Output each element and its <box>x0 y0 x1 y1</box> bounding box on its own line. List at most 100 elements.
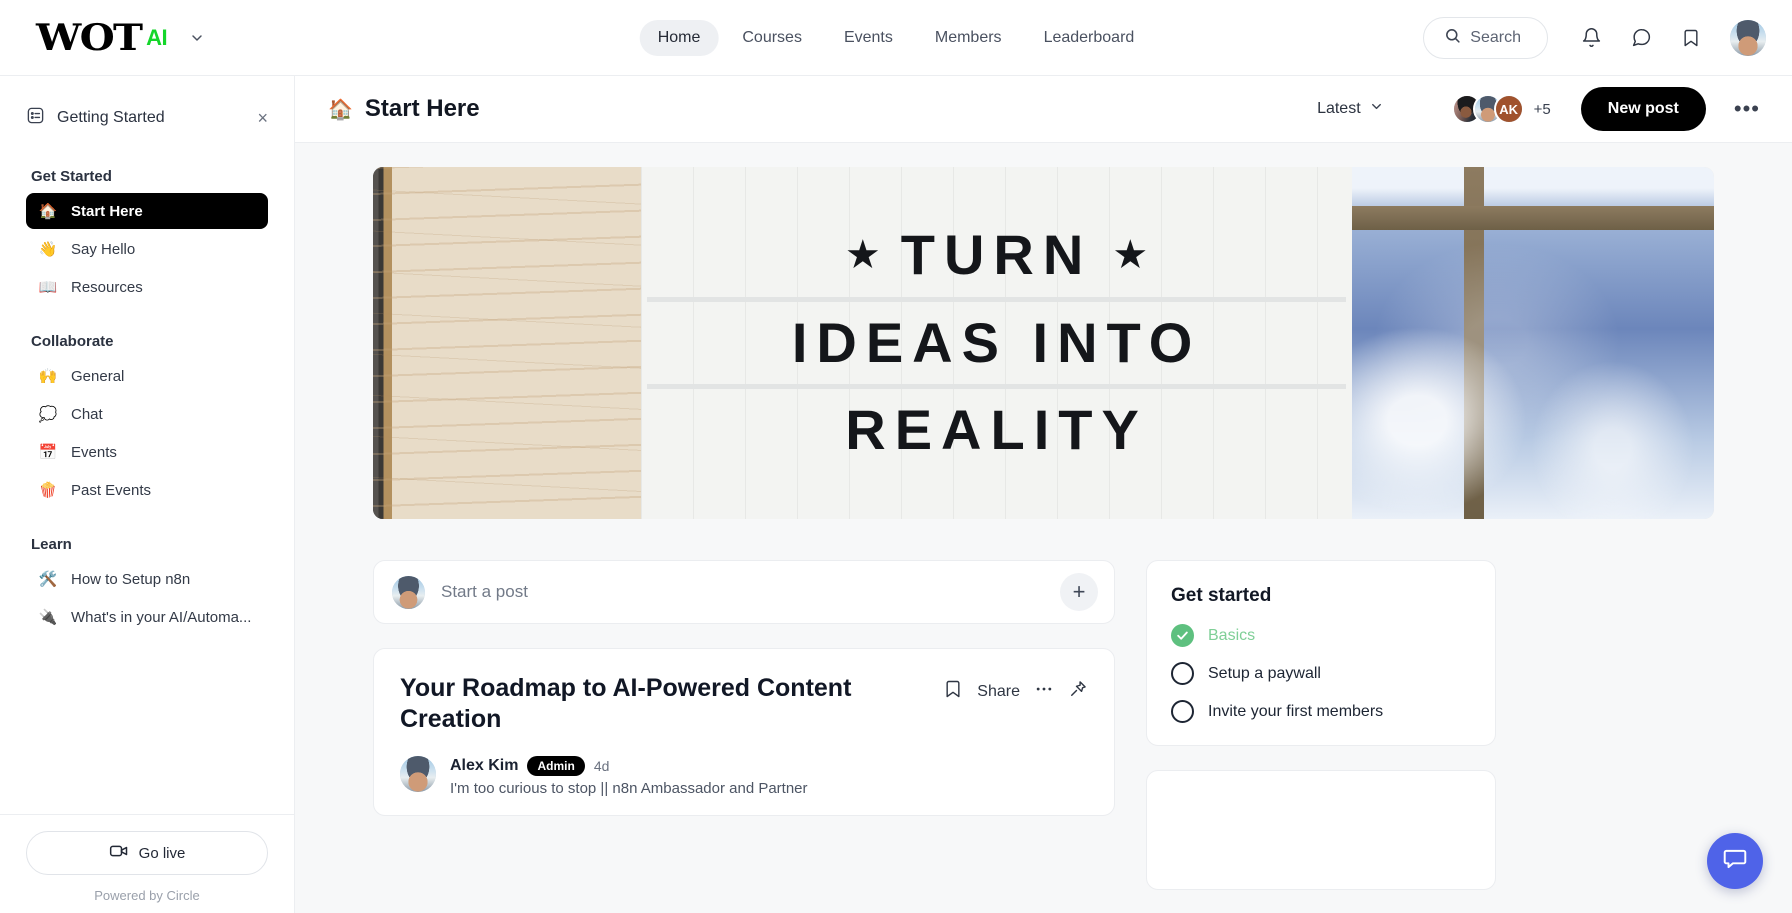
content-header: 🏠 Start Here Latest AK +5 New post ••• <box>295 76 1792 143</box>
sidebar-group-title-get-started: Get Started <box>31 168 112 185</box>
calendar-icon: 📅 <box>38 443 58 461</box>
space-banner-image: ★ TURN ★ IDEAS INTO REALITY <box>373 167 1714 519</box>
waving-hand-icon: 👋 <box>38 240 58 258</box>
post-author-bio: I'm too curious to stop || n8n Ambassado… <box>450 779 808 797</box>
open-book-icon: 📖 <box>38 278 58 296</box>
bookmark-icon[interactable] <box>1670 17 1712 59</box>
speech-balloon-icon: 💭 <box>38 405 58 423</box>
search-input[interactable]: Search <box>1423 16 1548 59</box>
avatar-initials[interactable]: AK <box>1493 94 1524 124</box>
sidebar-item-label: Past Events <box>71 481 152 499</box>
avatar[interactable] <box>1730 19 1766 56</box>
post-header: Your Roadmap to AI-Powered Content Creat… <box>400 673 1088 736</box>
banner-line-1: ★ TURN ★ <box>647 214 1346 302</box>
avatar[interactable] <box>400 755 436 792</box>
chevron-down-icon[interactable] <box>189 30 205 46</box>
search-icon <box>1444 27 1461 49</box>
house-icon: 🏠 <box>38 202 58 220</box>
go-live-label: Go live <box>138 844 186 862</box>
post-actions: Share <box>943 673 1088 704</box>
get-started-task-list: Basics Setup a paywall Invite your first… <box>1171 624 1471 723</box>
get-started-task-basics[interactable]: Basics <box>1171 624 1471 647</box>
feed-wrapper: ★ TURN ★ IDEAS INTO REALITY Start a post… <box>295 167 1792 890</box>
page-title-text: Start Here <box>364 95 480 122</box>
powered-by-label: Powered by Circle <box>94 888 200 903</box>
member-avatar-stack[interactable]: AK +5 <box>1451 94 1551 124</box>
sort-dropdown-label: Latest <box>1317 100 1361 117</box>
post-card: Your Roadmap to AI-Powered Content Creat… <box>373 648 1115 816</box>
post-author-line: Alex Kim Admin 4d <box>450 755 808 776</box>
brand-logo[interactable]: WOT AI <box>36 20 205 56</box>
post-author-name[interactable]: Alex Kim <box>450 757 518 775</box>
bell-icon[interactable] <box>1570 17 1612 59</box>
feed-columns: Start a post + Your Roadmap to AI-Powere… <box>373 560 1714 890</box>
go-live-button[interactable]: Go live <box>26 831 268 875</box>
member-overflow-count: +5 <box>1533 100 1551 118</box>
add-post-button[interactable]: + <box>1060 573 1098 611</box>
messages-icon[interactable] <box>1620 17 1662 59</box>
sidebar-item-whats-in-your-ai-automation[interactable]: 🔌 What's in your AI/Automa... <box>26 599 268 635</box>
sidebar-secondary-card <box>1146 770 1496 890</box>
share-button[interactable]: Share <box>977 683 1020 701</box>
more-options-icon[interactable]: ••• <box>1728 98 1766 120</box>
hammer-and-wrench-icon: 🛠️ <box>38 570 58 588</box>
chevron-down-icon <box>1369 99 1384 119</box>
main-content: 🏠 Start Here Latest AK +5 New post ••• ★… <box>295 76 1792 913</box>
post-title[interactable]: Your Roadmap to AI-Powered Content Creat… <box>400 673 900 736</box>
nav-item-home[interactable]: Home <box>639 19 719 56</box>
bookmark-icon[interactable] <box>943 679 963 704</box>
sidebar-item-label: General <box>71 367 125 385</box>
post-composer[interactable]: Start a post + <box>373 560 1115 624</box>
sidebar-item-start-here[interactable]: 🏠 Start Here <box>26 193 268 229</box>
banner-line-3-text: REALITY <box>845 398 1148 462</box>
nav-item-courses[interactable]: Courses <box>724 20 820 56</box>
sidebar-item-label: Chat <box>71 405 103 423</box>
main-nav: Home Courses Events Members Leaderboard <box>639 19 1153 56</box>
sidebar-getting-started[interactable]: Getting Started × <box>16 96 278 140</box>
content-header-actions: Latest AK +5 New post ••• <box>1313 87 1766 131</box>
feed-column-sidebar: Get started Basics Setup a paywall Invit… <box>1146 560 1496 890</box>
banner-window <box>1351 167 1714 519</box>
sidebar-item-resources[interactable]: 📖 Resources <box>26 269 268 305</box>
nav-item-events[interactable]: Events <box>826 20 911 56</box>
chat-widget-button[interactable] <box>1707 833 1763 889</box>
sidebar-item-label: Say Hello <box>71 240 136 258</box>
sidebar-item-label: Events <box>71 443 117 461</box>
banner-line-3: REALITY <box>647 389 1346 472</box>
page-title: 🏠 Start Here <box>328 95 480 123</box>
sidebar-item-general[interactable]: 🙌 General <box>26 358 268 394</box>
more-horizontal-icon[interactable] <box>1034 679 1054 704</box>
post-timestamp: 4d <box>593 757 610 774</box>
sidebar-item-chat[interactable]: 💭 Chat <box>26 396 268 432</box>
sidebar-item-events[interactable]: 📅 Events <box>26 434 268 470</box>
pin-icon[interactable] <box>1068 679 1088 704</box>
get-started-task-invite-members[interactable]: Invite your first members <box>1171 700 1471 723</box>
new-post-button[interactable]: New post <box>1580 87 1706 131</box>
banner-letterboard: ★ TURN ★ IDEAS INTO REALITY <box>641 167 1352 519</box>
check-circle-icon <box>1171 624 1194 647</box>
sidebar-item-how-to-setup-n8n[interactable]: 🛠️ How to Setup n8n <box>26 561 268 597</box>
composer-placeholder: Start a post <box>441 582 528 601</box>
get-started-task-paywall[interactable]: Setup a paywall <box>1171 662 1471 685</box>
star-icon: ★ <box>844 232 881 279</box>
task-label: Setup a paywall <box>1208 664 1321 682</box>
sidebar: Getting Started × Get Started 🏠 Start He… <box>0 76 295 913</box>
post-author-details: Alex Kim Admin 4d I'm too curious to sto… <box>450 755 808 797</box>
sidebar-item-past-events[interactable]: 🍿 Past Events <box>26 472 268 508</box>
feed-body: ★ TURN ★ IDEAS INTO REALITY Start a post… <box>295 143 1792 913</box>
logo-text-ai: AI <box>146 24 168 50</box>
empty-circle-icon <box>1171 662 1194 685</box>
sidebar-getting-started-label: Getting Started <box>57 109 165 126</box>
close-icon[interactable]: × <box>257 109 268 127</box>
nav-item-members[interactable]: Members <box>917 20 1020 56</box>
video-camera-icon <box>109 841 129 865</box>
sidebar-item-say-hello[interactable]: 👋 Say Hello <box>26 231 268 267</box>
sidebar-footer: Go live Powered by Circle <box>0 814 294 913</box>
popcorn-icon: 🍿 <box>38 481 58 499</box>
sidebar-item-label: What's in your AI/Automa... <box>71 608 252 626</box>
task-label: Basics <box>1208 626 1256 644</box>
nav-item-leaderboard[interactable]: Leaderboard <box>1026 20 1153 56</box>
sort-dropdown[interactable]: Latest <box>1313 93 1388 125</box>
banner-wood-panel <box>373 167 642 519</box>
sidebar-item-label: How to Setup n8n <box>71 570 191 588</box>
